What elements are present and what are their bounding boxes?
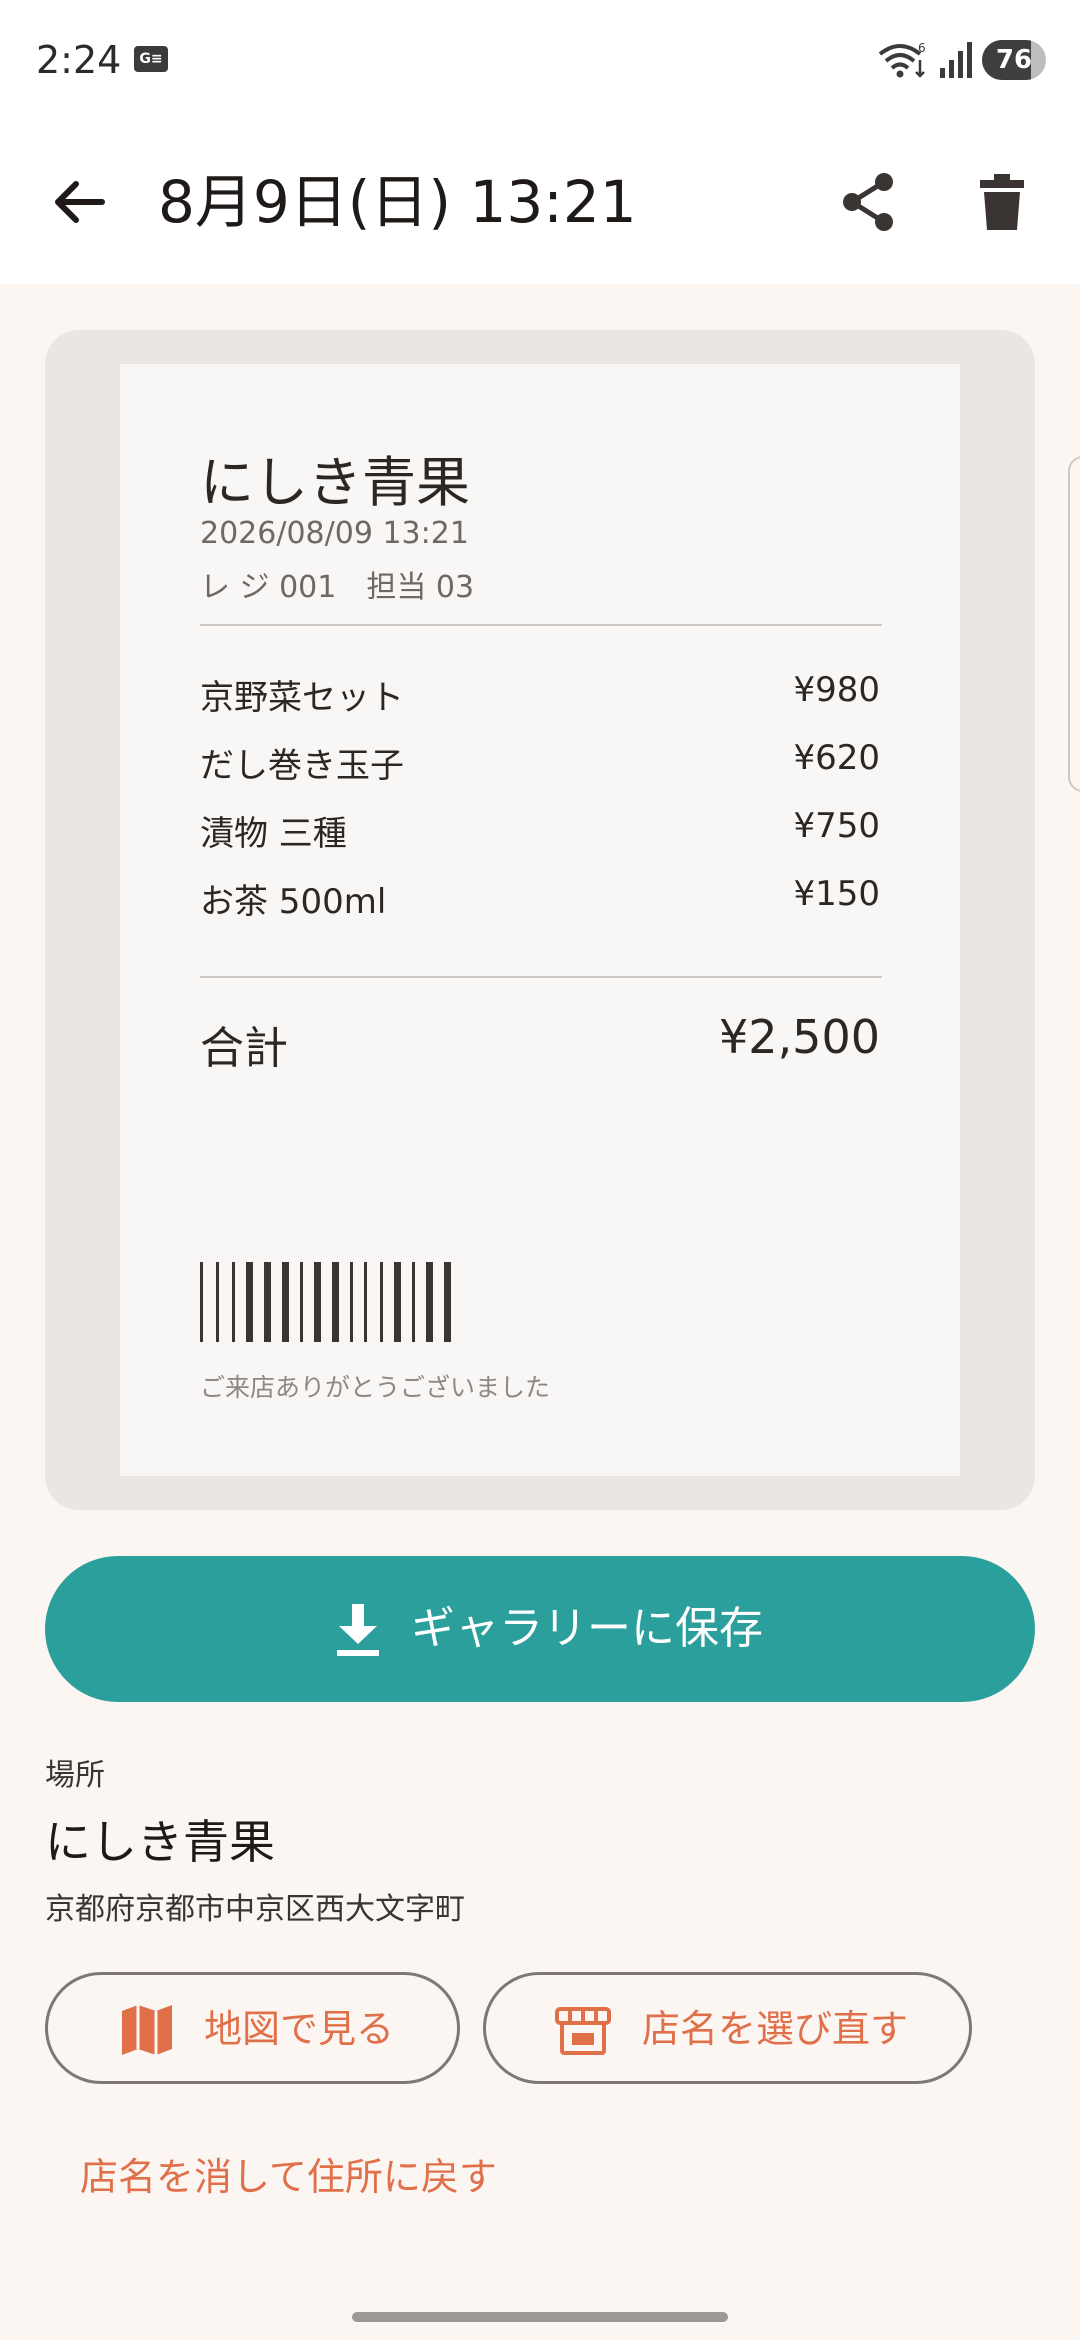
signal-icon — [940, 42, 972, 78]
receipt-item-price: ¥980 — [793, 670, 880, 710]
receipt-register: レ ジ 001 担当 03 — [200, 570, 475, 605]
map-icon — [122, 2005, 172, 2055]
status-bar: 2:24 G≡ 6 76 — [0, 0, 1080, 120]
receipt-datetime: 2026/08/09 13:21 — [200, 516, 469, 551]
side-panel-handle[interactable] — [1068, 456, 1080, 792]
receipt-store-name: にしき青果 — [200, 451, 470, 514]
barcode — [200, 1262, 451, 1342]
location-section-label: 場所 — [45, 1758, 105, 1793]
next-section-label-peek: ―― — [45, 2278, 115, 2296]
view-map-button[interactable]: 地図で見る — [45, 1972, 460, 2084]
receipt-divider — [200, 976, 882, 978]
battery-indicator: 76 — [982, 40, 1046, 80]
receipt-item-name: 漬物 三種 — [200, 814, 347, 854]
location-name: にしき青果 — [45, 1815, 275, 1869]
receipt-image-card[interactable] — [45, 330, 1035, 1510]
receipt-detail-screen: 2:24 G≡ 6 76 8月9日(日) 13:21 にしき青果 2026/08… — [0, 0, 1080, 2340]
view-map-label: 地図で見る — [204, 2007, 395, 2051]
battery-percent: 76 — [995, 45, 1033, 75]
news-app-icon: G≡ — [134, 46, 168, 72]
rechoose-store-label: 店名を選び直す — [642, 2007, 909, 2051]
page-title: 8月9日(日) 13:21 — [158, 168, 637, 236]
home-indicator[interactable] — [352, 2312, 728, 2322]
arrow-left-icon[interactable] — [40, 162, 120, 242]
svg-text:6: 6 — [918, 41, 926, 55]
save-button-label: ギャラリーに保存 — [411, 1603, 763, 1654]
receipt-divider — [200, 624, 882, 626]
receipt-total-value: ¥2,500 — [719, 1010, 880, 1064]
receipt-item-name: だし巻き玉子 — [200, 746, 404, 786]
receipt-item-price: ¥750 — [793, 806, 880, 846]
receipt-item-price: ¥620 — [793, 738, 880, 778]
receipt-item-name: お茶 500ml — [200, 882, 387, 922]
share-icon[interactable] — [828, 162, 908, 242]
download-icon — [337, 1604, 379, 1656]
store-icon — [555, 2007, 611, 2055]
status-time: 2:24 — [36, 38, 122, 82]
save-to-gallery-button[interactable]: ギャラリーに保存 — [45, 1556, 1035, 1702]
receipt-total-label: 合計 — [200, 1023, 288, 1074]
clear-store-name-link[interactable]: 店名を消して住所に戻す — [80, 2146, 497, 2201]
app-bar: 8月9日(日) 13:21 — [0, 120, 1080, 284]
trash-icon[interactable] — [962, 162, 1042, 242]
receipt-thanks-text: ご来店ありがとうございました — [200, 1373, 551, 1402]
location-address: 京都府京都市中京区西大文字町 — [45, 1892, 465, 1927]
wifi-icon: 6 — [878, 41, 926, 78]
rechoose-store-button[interactable]: 店名を選び直す — [483, 1972, 972, 2084]
receipt-item-price: ¥150 — [793, 874, 880, 914]
receipt-item-name: 京野菜セット — [200, 678, 404, 718]
